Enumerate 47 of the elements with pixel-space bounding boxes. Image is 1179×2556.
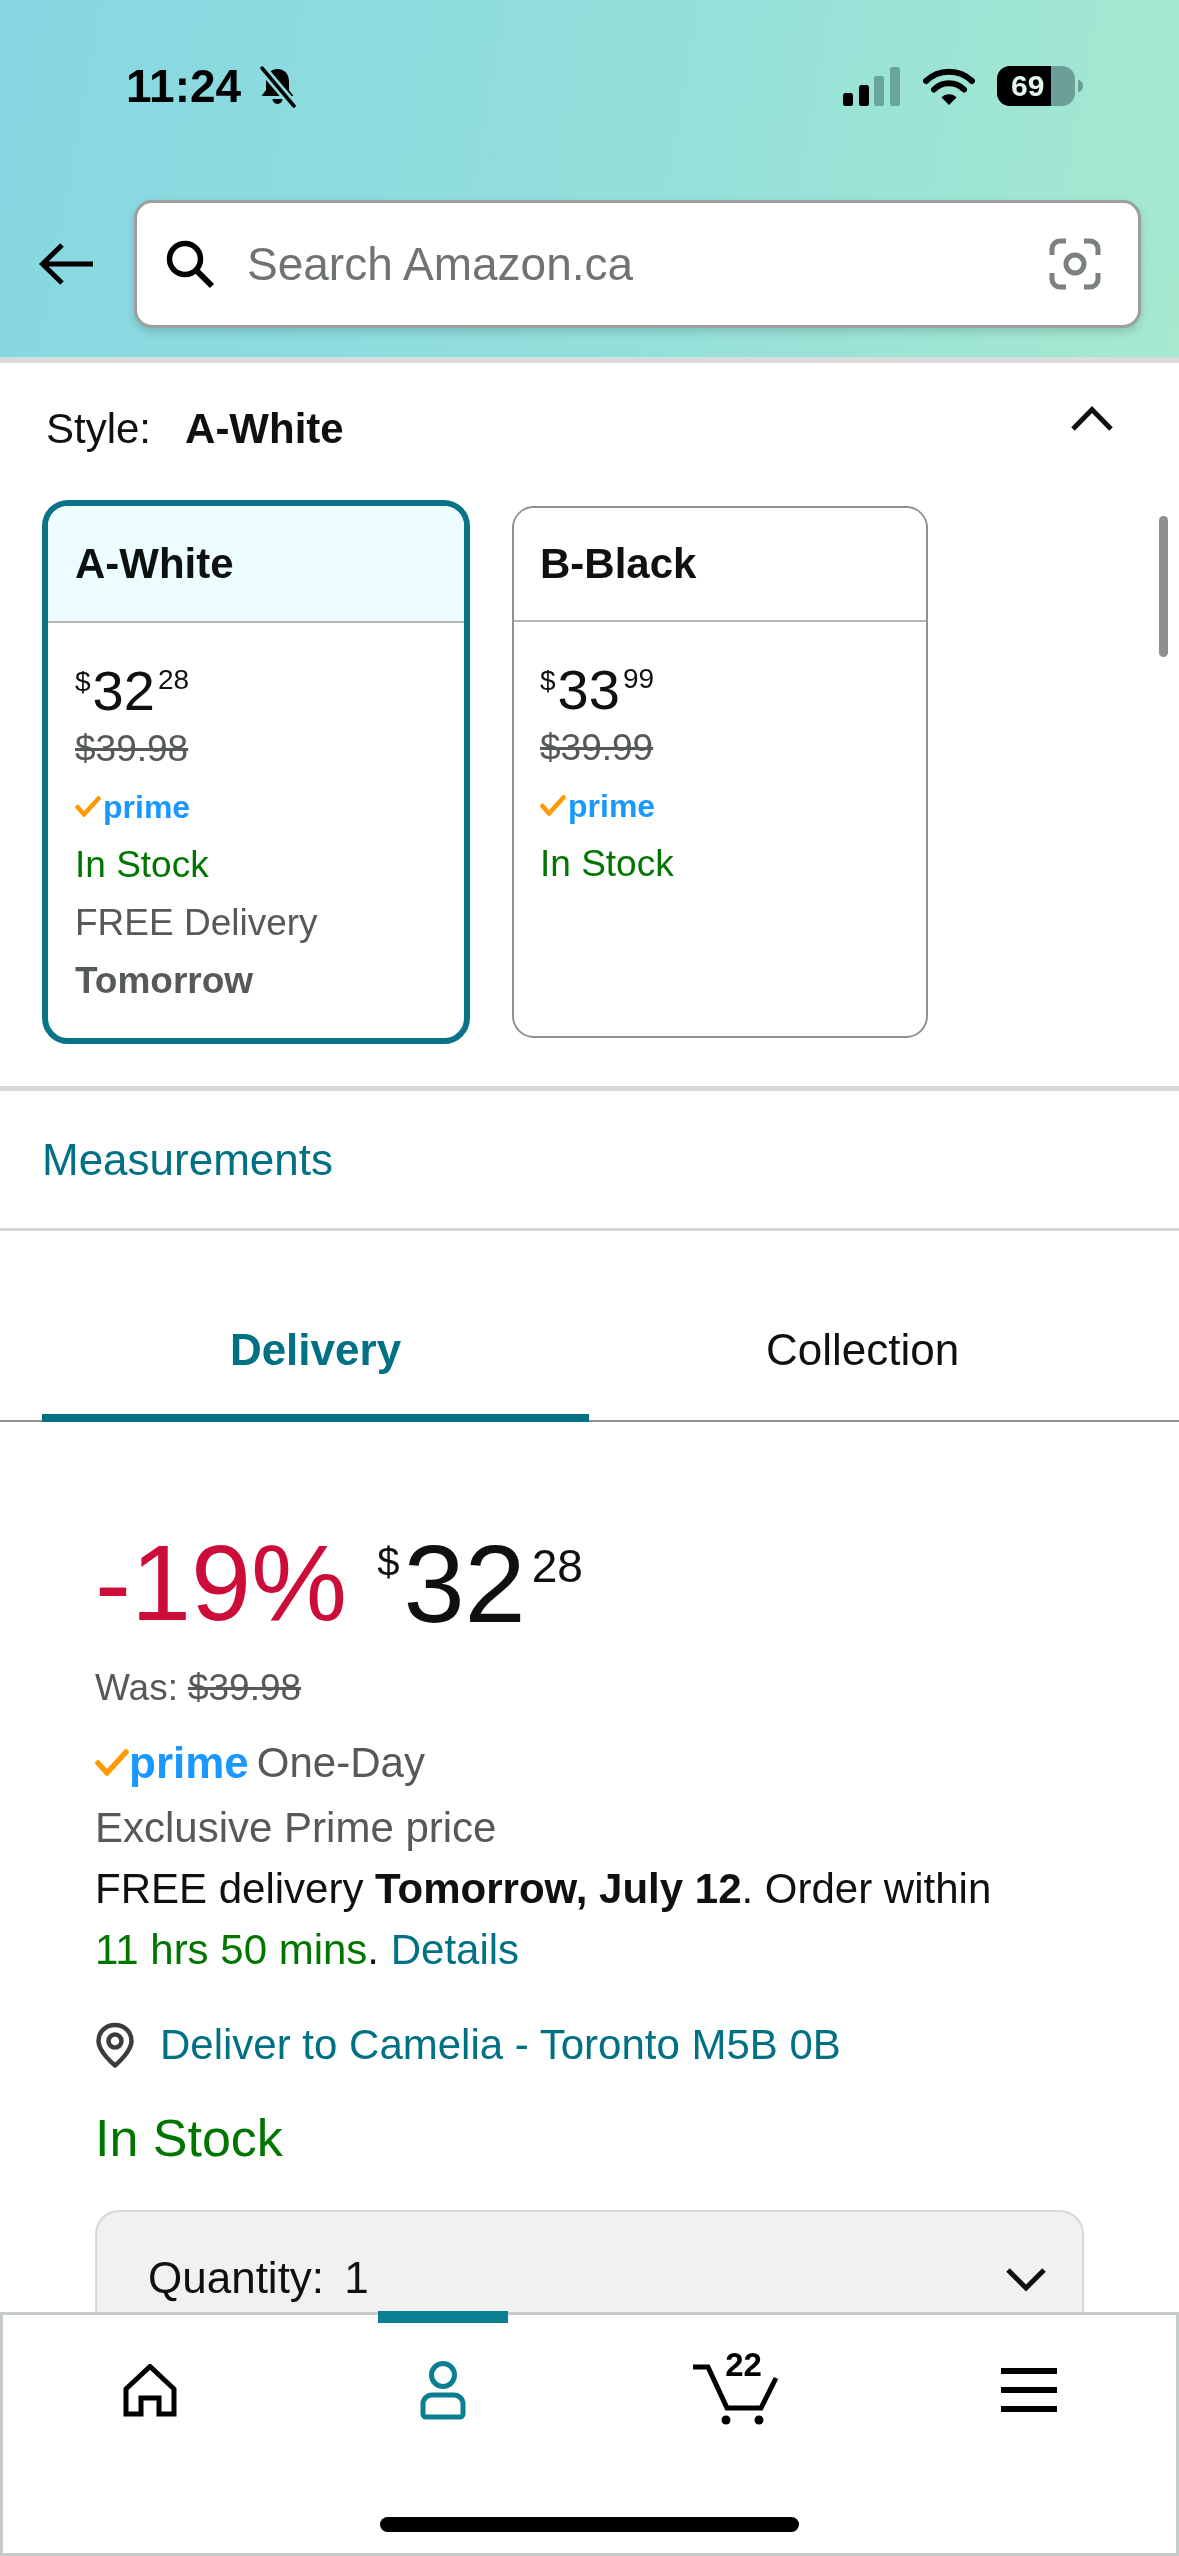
signal-icon [843, 66, 901, 106]
prime-check-icon [540, 795, 566, 817]
deliver-to-link[interactable]: Deliver to Camelia - Toronto M5B 0B [160, 2017, 841, 2073]
chevron-up-icon[interactable] [1070, 404, 1114, 432]
discount-percentage: -19% [95, 1529, 348, 1637]
option-list-price: $39.99 [540, 726, 654, 770]
battery-icon [997, 66, 1083, 106]
quantity-dropdown[interactable]: Quantity: 1 [95, 2210, 1084, 2312]
prime-check-icon [95, 1749, 129, 1777]
wifi-icon [923, 66, 975, 106]
search-icon [165, 239, 215, 289]
cart-count: 22 [725, 2348, 762, 2381]
prime-logo: prime [568, 787, 656, 826]
delivery-info: FREE Delivery [75, 901, 318, 945]
style-option-name: B-Black [540, 539, 697, 589]
details-link[interactable]: Details [390, 1926, 520, 1973]
location-pin-icon [95, 2022, 135, 2068]
was-price: $39.98 [187, 1666, 302, 1710]
prime-price-note: Exclusive Prime price [95, 1803, 497, 1853]
camera-icon[interactable] [1048, 237, 1102, 291]
stock-status: In Stock [540, 842, 674, 886]
stock-status: In Stock [75, 843, 209, 887]
was-label: Was: [95, 1666, 178, 1710]
bell-slash-icon [257, 64, 299, 108]
delivery-day: Tomorrow [75, 957, 254, 1005]
back-arrow-icon[interactable] [38, 241, 95, 287]
battery-percentage: 69 [1011, 70, 1045, 102]
search-bar[interactable]: Search Amazon.ca [134, 200, 1141, 328]
prime-logo: prime [129, 1737, 249, 1789]
tab[interactable]: Collection [589, 1231, 1136, 1422]
measurements-link[interactable]: Measurements [42, 1131, 333, 1188]
style-label: Style: [46, 404, 152, 454]
stock-status: In Stock [95, 2108, 283, 2169]
search-input[interactable]: Search Amazon.ca [247, 234, 1048, 294]
prime-logo: prime [103, 788, 191, 827]
chevron-down-icon [1005, 2266, 1047, 2292]
option-list-price: $39.98 [75, 727, 189, 771]
home-icon [122, 2363, 177, 2417]
status-time: 11:24 [126, 59, 242, 114]
delivery-message: FREE delivery Tomorrow, July 12. Order within 11 hrs 50 mins. Details [95, 1864, 993, 1975]
style-option-name: A-White [75, 538, 234, 589]
tab[interactable]: Delivery [42, 1231, 589, 1422]
menu-icon [1001, 2368, 1058, 2412]
cart-tab[interactable]: 22 [671, 2311, 802, 2457]
selected-style: A-White [185, 404, 344, 454]
prime-program: One-Day [256, 1738, 425, 1788]
prime-check-icon [75, 796, 101, 818]
